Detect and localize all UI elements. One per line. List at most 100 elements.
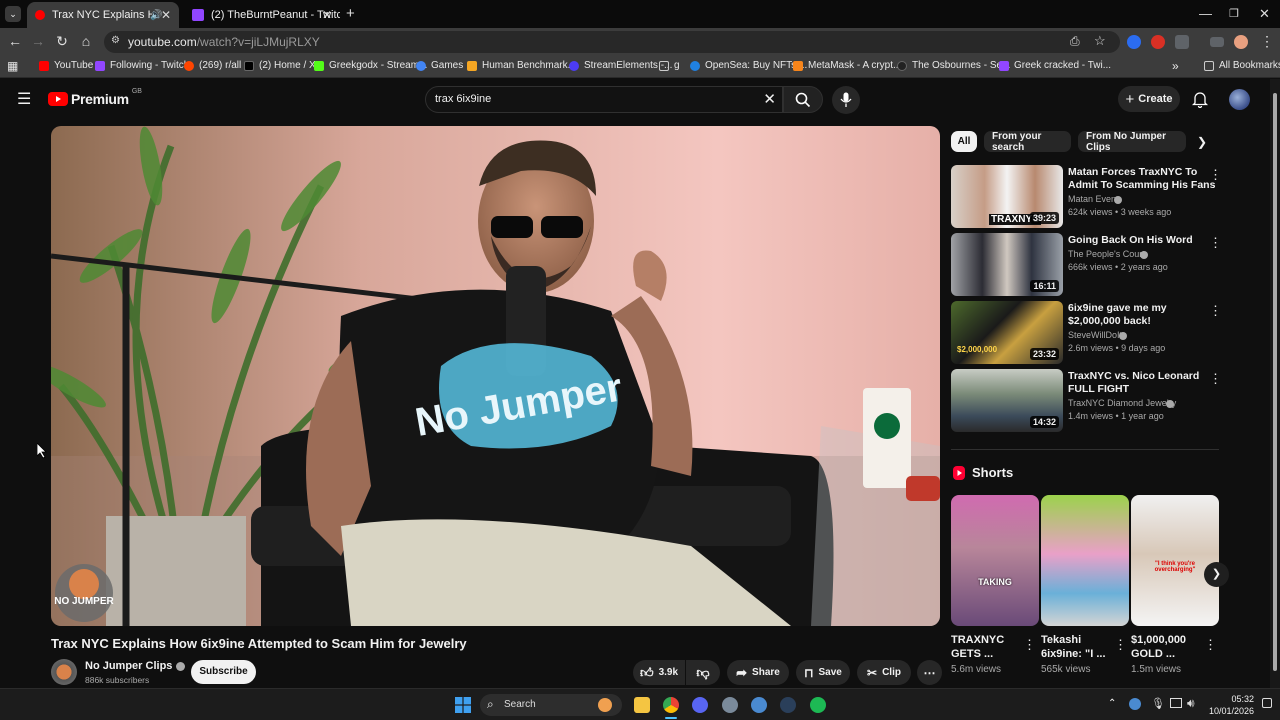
- close-window-icon[interactable]: ✕: [1259, 6, 1270, 22]
- chip-all[interactable]: All: [951, 131, 977, 152]
- new-tab-button[interactable]: +: [346, 5, 355, 22]
- dislike-button[interactable]: 👎︎: [686, 660, 720, 685]
- short-thumbnail[interactable]: [1041, 495, 1129, 626]
- subscribe-button[interactable]: Subscribe: [191, 660, 256, 684]
- more-actions-button[interactable]: ⋯: [917, 660, 942, 685]
- bookmark-item[interactable]: StreamElements -...: [569, 60, 672, 71]
- install-app-icon[interactable]: ⎙: [1070, 34, 1080, 49]
- extension-blue-icon[interactable]: [1127, 35, 1141, 49]
- youtube-logo[interactable]: Premium GB: [48, 88, 142, 107]
- shorts-next-button[interactable]: ❯: [1204, 562, 1229, 587]
- browser-menu-icon[interactable]: ⋮: [1258, 33, 1276, 50]
- show-hidden-icons[interactable]: ⌃: [1108, 698, 1116, 709]
- clear-search-icon[interactable]: ✕: [763, 90, 776, 108]
- more-options-icon[interactable]: ⋮: [1204, 637, 1217, 653]
- save-button[interactable]: ⊓ Save: [796, 660, 850, 685]
- steam-icon[interactable]: [780, 697, 796, 713]
- reload-icon[interactable]: ↻: [53, 33, 71, 50]
- video-player[interactable]: No Jumper NO JUMPER: [51, 126, 940, 626]
- discord-icon[interactable]: [692, 697, 708, 713]
- refresh-app-icon[interactable]: [751, 697, 767, 713]
- home-icon[interactable]: ⌂: [77, 33, 95, 49]
- clip-button[interactable]: ✂ Clip: [857, 660, 911, 685]
- forward-icon[interactable]: →: [29, 33, 47, 49]
- reading-list-icon[interactable]: [1210, 37, 1224, 47]
- voice-search-button[interactable]: [832, 86, 860, 114]
- address-bar[interactable]: ⚙ youtube.com/watch?v=jiLJMujRLXY ⎙ ☆: [104, 31, 1120, 53]
- short-thumbnail[interactable]: TAKING: [951, 495, 1039, 626]
- clock[interactable]: 05:32 10/01/2026: [1206, 693, 1254, 717]
- mic-tray-icon[interactable]: 🎙︎: [1151, 697, 1165, 710]
- more-options-icon[interactable]: ⋮: [1209, 167, 1222, 183]
- bookmark-item[interactable]: (2) Home / X: [244, 60, 316, 71]
- hamburger-menu-icon[interactable]: ☰: [17, 89, 31, 109]
- volume-tray-icon[interactable]: 🔊︎: [1187, 696, 1195, 711]
- apps-grid-icon[interactable]: ▦: [7, 59, 18, 73]
- video-thumbnail[interactable]: $2,000,000 23:32: [951, 301, 1063, 364]
- recommended-video[interactable]: 16:11 Going Back On His Word The People'…: [951, 233, 1241, 297]
- channel-avatar[interactable]: [51, 659, 77, 685]
- chip-from-no-jumper-clips[interactable]: From No Jumper Clips: [1078, 131, 1186, 153]
- bookmark-item[interactable]: Games: [416, 60, 463, 71]
- bookmark-item[interactable]: (269) r/all: [184, 60, 241, 71]
- video-thumbnail[interactable]: 14:32: [951, 369, 1063, 432]
- restore-icon[interactable]: ❐: [1229, 7, 1239, 20]
- more-options-icon[interactable]: ⋮: [1209, 303, 1222, 319]
- bookmark-item[interactable]: Following - Twitch: [95, 60, 189, 71]
- scrollbar-thumb[interactable]: [1273, 93, 1277, 671]
- bookmark-item[interactable]: OpenSea: Buy NFTs,...: [690, 60, 807, 71]
- chip-from-your-search[interactable]: From your search: [984, 131, 1071, 153]
- all-bookmarks-folder[interactable]: All Bookmarks: [1204, 60, 1280, 71]
- more-options-icon[interactable]: ⋮: [1209, 235, 1222, 251]
- short-thumbnail[interactable]: "I think you're overcharging": [1131, 495, 1219, 626]
- create-button[interactable]: + Create: [1118, 86, 1180, 112]
- display-tray-icon[interactable]: [1170, 698, 1182, 708]
- bookmark-item[interactable]: YouTube: [39, 60, 93, 71]
- recommended-video[interactable]: 14:32 TraxNYC vs. Nico Leonard FULL FIGH…: [951, 369, 1241, 433]
- bookmark-star-icon[interactable]: ☆: [1094, 33, 1106, 49]
- short-title[interactable]: $1,000,000 GOLD ...: [1131, 633, 1201, 661]
- spotify-icon[interactable]: [810, 697, 826, 713]
- extension-red-icon[interactable]: [1151, 35, 1165, 49]
- bookmark-item[interactable]: MetaMask - A crypt...: [793, 60, 901, 71]
- taskbar-search-box[interactable]: ⌕ Search: [480, 694, 622, 716]
- settings-icon[interactable]: [722, 697, 738, 713]
- extensions-puzzle-icon[interactable]: [1175, 35, 1189, 49]
- chip-next-icon[interactable]: ❯: [1197, 135, 1207, 149]
- network-tray-icon[interactable]: [1129, 698, 1141, 710]
- short-title[interactable]: TRAXNYC GETS ...: [951, 633, 1021, 661]
- search-input[interactable]: trax 6ix9ine: [435, 93, 491, 105]
- recommended-video[interactable]: TRAXNYC 39:23 Matan Forces TraxNYC To Ad…: [951, 165, 1241, 229]
- back-icon[interactable]: ←: [6, 33, 24, 49]
- bookmark-item[interactable]: Human Benchmark...: [467, 60, 576, 71]
- bookmark-item[interactable]: Greekgodx - Stream...: [314, 60, 427, 71]
- more-options-icon[interactable]: ⋮: [1209, 371, 1222, 387]
- file-explorer-icon[interactable]: [634, 697, 650, 713]
- channel-name[interactable]: No Jumper Clips: [85, 660, 186, 672]
- share-button[interactable]: ➦ Share: [727, 660, 789, 685]
- close-tab-icon[interactable]: ✕: [322, 8, 332, 22]
- site-info-icon[interactable]: ⚙: [111, 35, 120, 46]
- page-scrollbar[interactable]: [1270, 79, 1280, 688]
- tab-youtube[interactable]: Trax NYC Explains How 6ix9 🔊 ✕: [27, 2, 179, 28]
- bookmark-folder[interactable]: g: [659, 60, 680, 71]
- minimize-icon[interactable]: —: [1199, 6, 1212, 21]
- notifications-bell-icon[interactable]: [1192, 90, 1208, 108]
- recommended-video[interactable]: $2,000,000 23:32 6ix9ine gave me my $2,0…: [951, 301, 1241, 365]
- short-title[interactable]: Tekashi 6ix9ine: "I ...: [1041, 633, 1111, 661]
- video-thumbnail[interactable]: TRAXNYC 39:23: [951, 165, 1063, 228]
- more-options-icon[interactable]: ⋮: [1114, 637, 1127, 653]
- close-tab-icon[interactable]: ✕: [161, 8, 171, 22]
- profile-avatar-icon[interactable]: [1234, 35, 1248, 49]
- chrome-icon[interactable]: [663, 697, 679, 713]
- video-thumbnail[interactable]: 16:11: [951, 233, 1063, 296]
- tab-twitch[interactable]: (2) TheBurntPeanut - Twitch ✕: [184, 2, 340, 28]
- search-button[interactable]: [783, 86, 823, 113]
- more-options-icon[interactable]: ⋮: [1023, 637, 1036, 653]
- notification-center-icon[interactable]: [1262, 698, 1272, 708]
- search-box[interactable]: trax 6ix9ine ✕: [425, 86, 783, 113]
- account-avatar[interactable]: [1229, 89, 1250, 110]
- like-button[interactable]: 👍︎ 3.9k: [633, 660, 685, 685]
- windows-start-icon[interactable]: [455, 697, 471, 713]
- bookmark-item[interactable]: Greek cracked - Twi...: [999, 60, 1111, 71]
